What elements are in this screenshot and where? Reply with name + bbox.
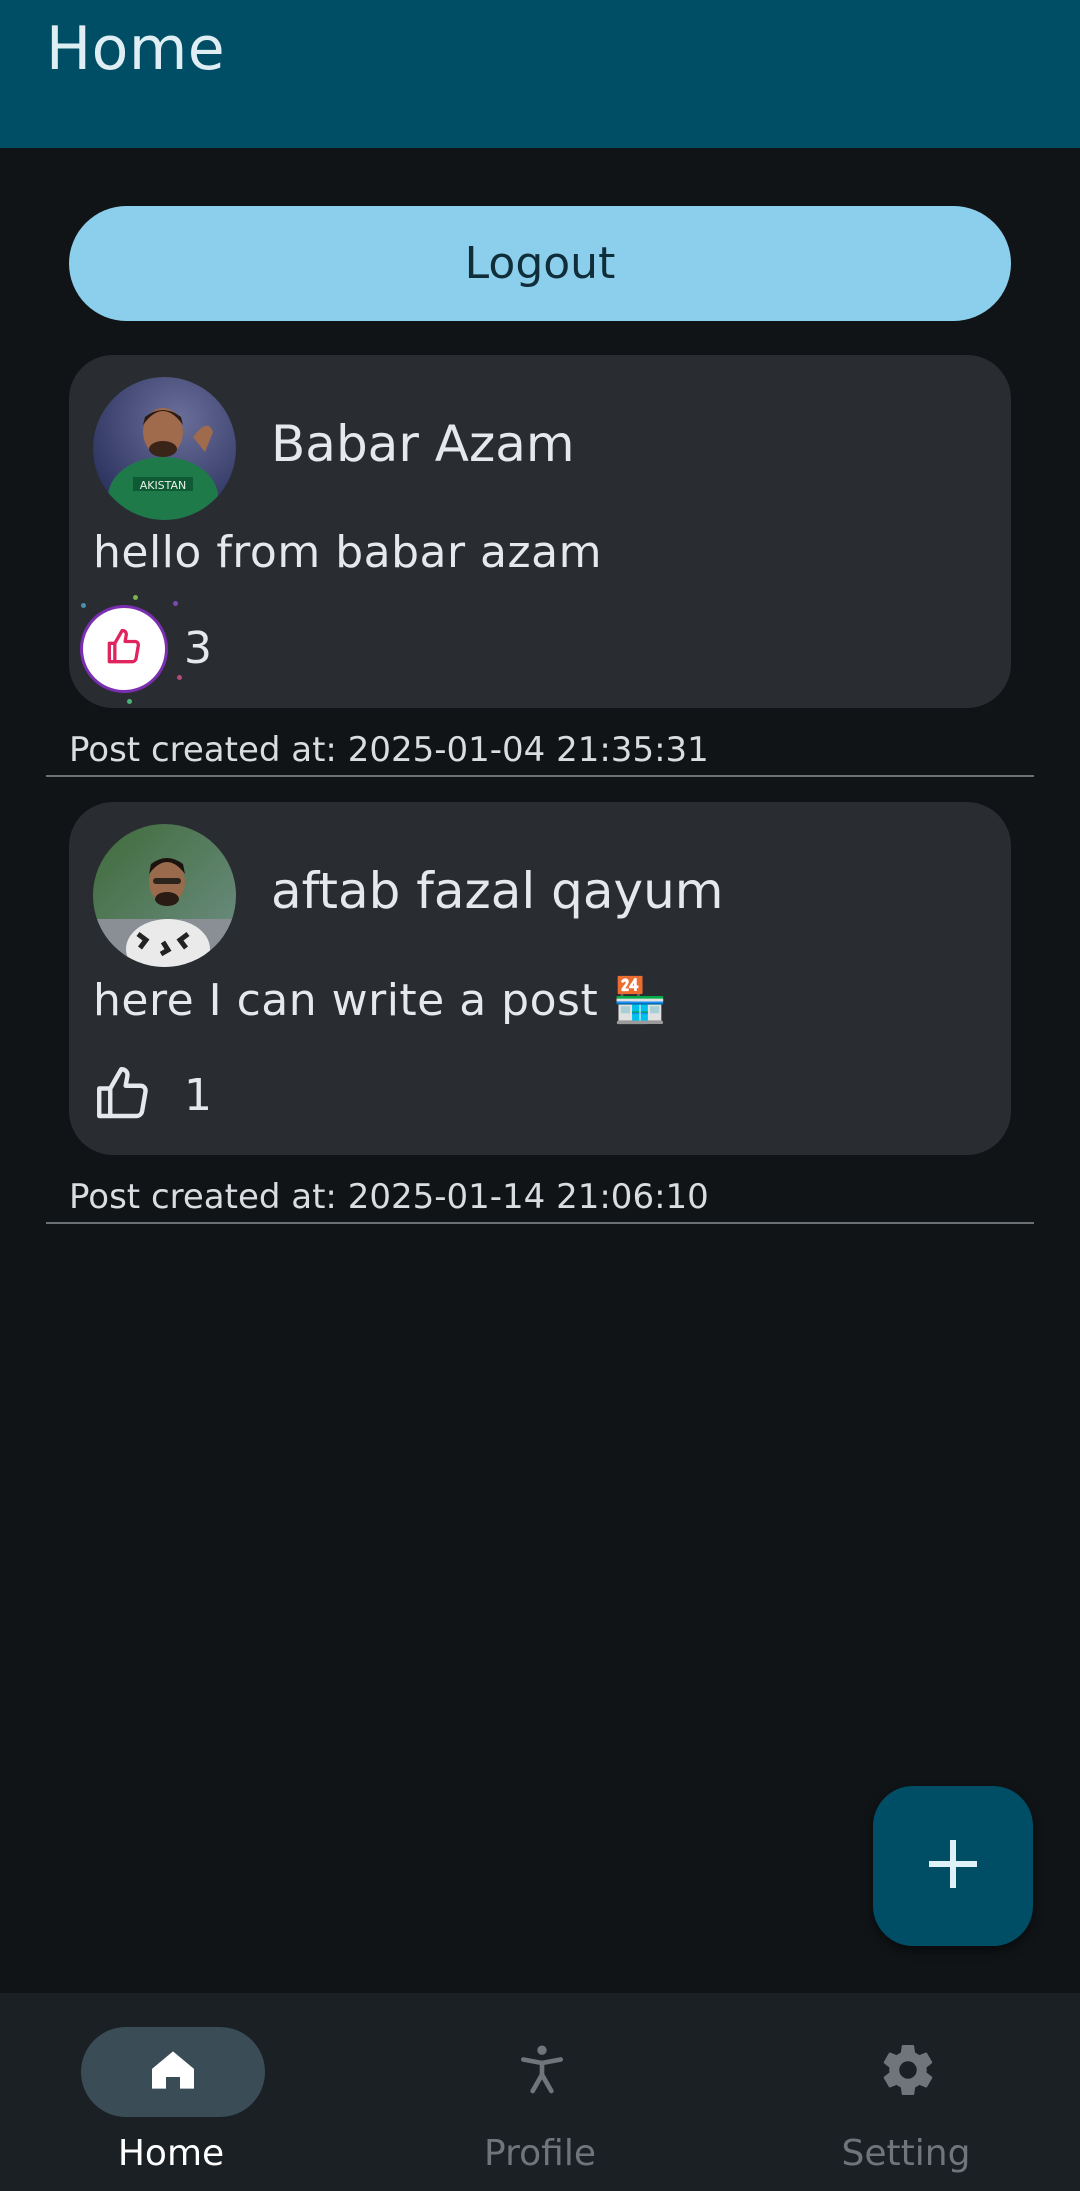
post-author: Babar Azam xyxy=(271,415,575,473)
avatar[interactable] xyxy=(93,824,236,967)
add-post-button[interactable] xyxy=(873,1786,1033,1946)
nav-item-setting[interactable]: Setting xyxy=(756,1993,1056,2191)
page-title: Home xyxy=(46,14,226,84)
nav-indicator xyxy=(81,2027,265,2117)
post-timestamp: Post created at: 2025-01-14 21:06:10 xyxy=(69,1177,709,1217)
plus-icon xyxy=(927,1838,979,1894)
post-card[interactable]: AKISTAN Babar Azam hello from babar azam… xyxy=(69,355,1011,708)
nav-indicator xyxy=(816,2027,1000,2117)
post-author: aftab fazal qayum xyxy=(271,862,724,920)
avatar[interactable]: AKISTAN xyxy=(93,377,236,520)
nav-indicator xyxy=(450,2027,634,2117)
thumbs-up-icon xyxy=(91,1061,157,1131)
like-count: 3 xyxy=(184,623,212,674)
accessibility-icon xyxy=(514,2042,570,2102)
app-bar: Home xyxy=(0,0,1080,148)
like-button[interactable] xyxy=(83,1055,165,1137)
post-card[interactable]: aftab fazal qayum here I can write a pos… xyxy=(69,802,1011,1155)
post-content: hello from babar azam xyxy=(93,527,602,578)
nav-item-home[interactable]: Home xyxy=(21,1993,321,2191)
nav-label: Profile xyxy=(484,2133,596,2174)
nav-label: Setting xyxy=(841,2133,971,2174)
nav-label: Home xyxy=(117,2133,225,2174)
nav-item-profile[interactable]: Profile xyxy=(390,1993,690,2191)
gear-icon xyxy=(878,2040,938,2104)
thumbs-up-icon xyxy=(102,625,146,673)
like-count: 1 xyxy=(184,1070,212,1121)
post-content: here I can write a post 🏪 xyxy=(93,975,668,1026)
post-timestamp: Post created at: 2025-01-04 21:35:31 xyxy=(69,730,709,770)
home-icon xyxy=(145,2042,201,2102)
bottom-navigation: Home Profile Setting xyxy=(0,1993,1080,2191)
divider xyxy=(46,1222,1034,1224)
logout-button[interactable]: Logout xyxy=(69,206,1011,321)
divider xyxy=(46,775,1034,777)
svg-text:AKISTAN: AKISTAN xyxy=(140,479,187,492)
like-button[interactable] xyxy=(83,608,165,690)
